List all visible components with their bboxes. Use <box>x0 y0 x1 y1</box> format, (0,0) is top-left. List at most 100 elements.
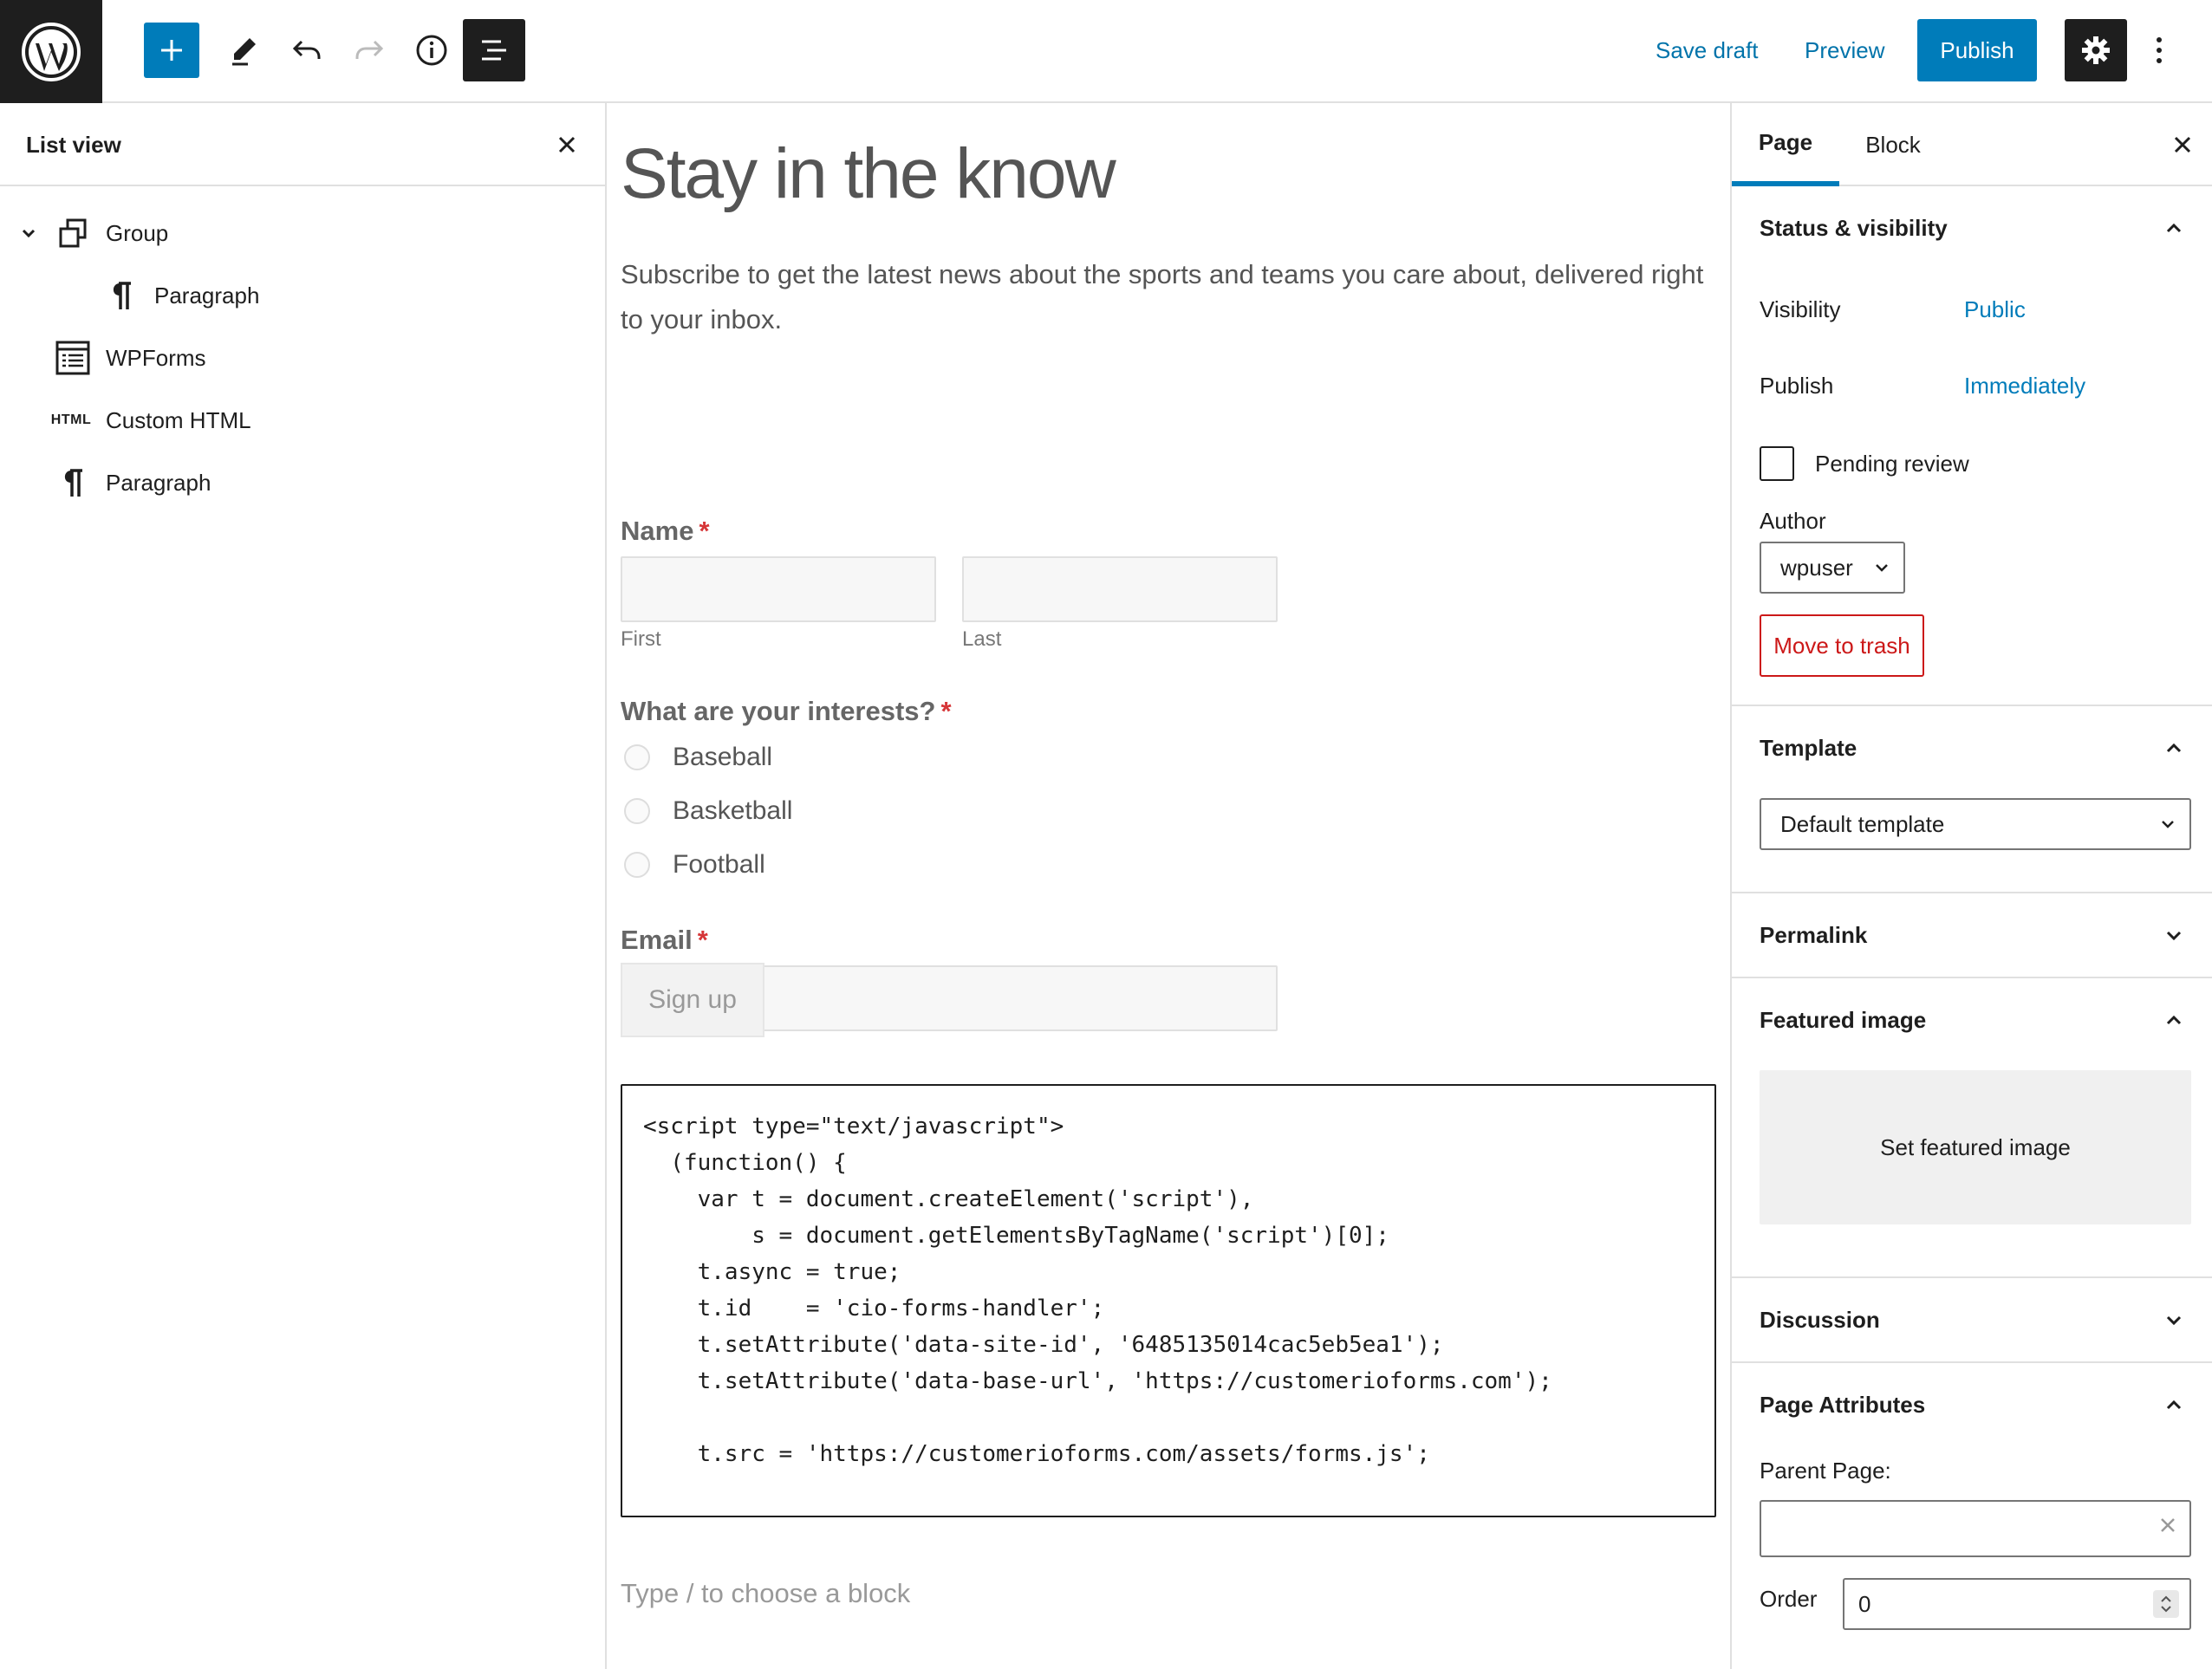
close-icon <box>558 136 576 153</box>
details-button[interactable] <box>404 23 459 78</box>
divider <box>1732 705 2212 706</box>
chevron-up-icon[interactable] <box>2157 1389 2191 1420</box>
options-button[interactable] <box>2137 23 2181 78</box>
chevron-down-icon <box>1876 564 1888 572</box>
block-appender[interactable]: Type / to choose a block <box>621 1576 910 1611</box>
radio-button[interactable] <box>624 798 650 824</box>
radio-option-basketball[interactable]: Basketball <box>624 796 792 826</box>
author-select[interactable]: wpuser <box>1760 542 1905 594</box>
pencil-icon <box>232 38 256 66</box>
redo-icon <box>355 40 384 59</box>
panel-title-discussion[interactable]: Discussion <box>1760 1304 1880 1335</box>
radio-option-football[interactable]: Football <box>624 850 765 880</box>
list-item-custom-html[interactable]: HTML Custom HTML <box>50 396 251 445</box>
intro-paragraph[interactable]: Subscribe to get the latest news about t… <box>621 252 1721 342</box>
tab-block[interactable]: Block <box>1843 103 1943 186</box>
add-block-button[interactable] <box>144 23 199 78</box>
template-select[interactable]: Default template <box>1760 798 2191 850</box>
visibility-label: Visibility <box>1760 296 1841 322</box>
pending-review-label[interactable]: Pending review <box>1815 448 1969 479</box>
publish-label: Publish <box>1760 373 1834 399</box>
clear-icon[interactable] <box>2158 1516 2177 1535</box>
paragraph-icon <box>102 276 140 315</box>
info-icon <box>416 35 447 66</box>
list-item-paragraph[interactable]: Paragraph <box>102 271 259 320</box>
chevron-down-icon[interactable] <box>2157 1304 2191 1335</box>
visibility-value-link[interactable]: Public <box>1964 294 2026 325</box>
list-view-title: List view <box>26 132 121 158</box>
set-featured-image-button[interactable]: Set featured image <box>1760 1070 2191 1224</box>
custom-html-code-block[interactable]: <script type="text/javascript"> (functio… <box>621 1084 1716 1517</box>
chevron-down-icon[interactable] <box>19 224 38 243</box>
code-line: t.setAttribute('data-site-id', '64851350… <box>643 1332 1444 1358</box>
top-toolbar: Save draft Preview Publish <box>0 0 2212 103</box>
panel-title-status-visibility[interactable]: Status & visibility <box>1760 212 1948 244</box>
last-name-input[interactable] <box>962 556 1278 622</box>
list-item-paragraph[interactable]: Paragraph <box>54 458 211 507</box>
close-list-view-button[interactable] <box>551 129 582 160</box>
email-label: Email * <box>621 925 708 955</box>
parent-page-input[interactable] <box>1760 1500 2191 1557</box>
code-line: var t = document.createElement('script')… <box>643 1186 1254 1212</box>
divider <box>1732 977 2212 978</box>
radio-option-baseball[interactable]: Baseball <box>624 743 772 772</box>
move-to-trash-button[interactable]: Move to trash <box>1760 614 1924 677</box>
list-item-group[interactable]: Group <box>19 209 168 257</box>
code-line: t.async = true; <box>643 1259 901 1285</box>
spinner-icon[interactable] <box>2153 1590 2179 1618</box>
order-label: Order <box>1760 1586 1818 1612</box>
radio-button[interactable] <box>624 744 650 770</box>
gear-icon <box>2082 36 2110 64</box>
sign-up-button[interactable]: Sign up <box>621 963 764 1037</box>
preview-button[interactable]: Preview <box>1805 33 1884 68</box>
tab-page[interactable]: Page <box>1732 103 1839 186</box>
list-item-label: Custom HTML <box>106 407 251 433</box>
parent-page-label: Parent Page: <box>1760 1458 1891 1484</box>
list-view-panel: List view Group Paragraph WPForms HTML C… <box>0 103 607 1669</box>
publish-button[interactable]: Publish <box>1917 19 2037 81</box>
chevron-down-icon[interactable] <box>2157 919 2191 951</box>
pending-review-checkbox[interactable] <box>1760 446 1794 481</box>
list-item-label: Paragraph <box>154 282 260 308</box>
undo-button[interactable] <box>279 23 335 78</box>
radio-button[interactable] <box>624 852 650 878</box>
settings-button[interactable] <box>2065 19 2127 81</box>
panel-title-permalink[interactable]: Permalink <box>1760 919 1867 951</box>
list-view-header: List view <box>0 103 605 186</box>
tools-button[interactable] <box>217 23 272 78</box>
interests-label: What are your interests? * <box>621 696 952 726</box>
required-marker: * <box>697 925 708 955</box>
panel-title-featured-image[interactable]: Featured image <box>1760 1004 1926 1036</box>
save-draft-button[interactable]: Save draft <box>1656 33 1759 68</box>
wordpress-logo-icon[interactable] <box>0 0 102 103</box>
chevron-up-icon[interactable] <box>2157 212 2191 244</box>
panel-title-page-attributes[interactable]: Page Attributes <box>1760 1389 1925 1420</box>
publish-date-link[interactable]: Immediately <box>1964 370 2085 401</box>
list-view-button[interactable] <box>463 19 525 81</box>
list-item-wpforms[interactable]: WPForms <box>54 334 206 382</box>
required-marker: * <box>699 516 710 546</box>
order-input[interactable]: 0 <box>1843 1578 2191 1630</box>
chevron-up-icon[interactable] <box>2157 732 2191 763</box>
close-settings-button[interactable] <box>2167 129 2198 160</box>
chevron-up-icon[interactable] <box>2157 1004 2191 1036</box>
code-line: <script type="text/javascript"> <box>643 1114 1064 1140</box>
redo-button[interactable] <box>342 23 397 78</box>
last-sublabel: Last <box>962 627 1002 651</box>
page-title[interactable]: Stay in the know <box>621 122 1116 226</box>
html-icon: HTML <box>50 412 92 427</box>
undo-icon <box>292 40 321 59</box>
first-sublabel: First <box>621 627 661 651</box>
list-item-label: Paragraph <box>106 470 211 496</box>
code-line: t.src = 'https://customerioforms.com/ass… <box>643 1441 1430 1467</box>
author-label: Author <box>1760 508 1826 534</box>
first-name-input[interactable] <box>621 556 936 622</box>
divider <box>1732 1361 2212 1363</box>
code-line: t.id = 'cio-forms-handler'; <box>643 1296 1105 1322</box>
required-marker: * <box>940 696 952 726</box>
code-line: s = document.getElementsByTagName('scrip… <box>643 1223 1389 1249</box>
divider <box>1732 1276 2212 1278</box>
panel-title-template[interactable]: Template <box>1760 732 1857 763</box>
list-item-label: Group <box>106 220 169 246</box>
